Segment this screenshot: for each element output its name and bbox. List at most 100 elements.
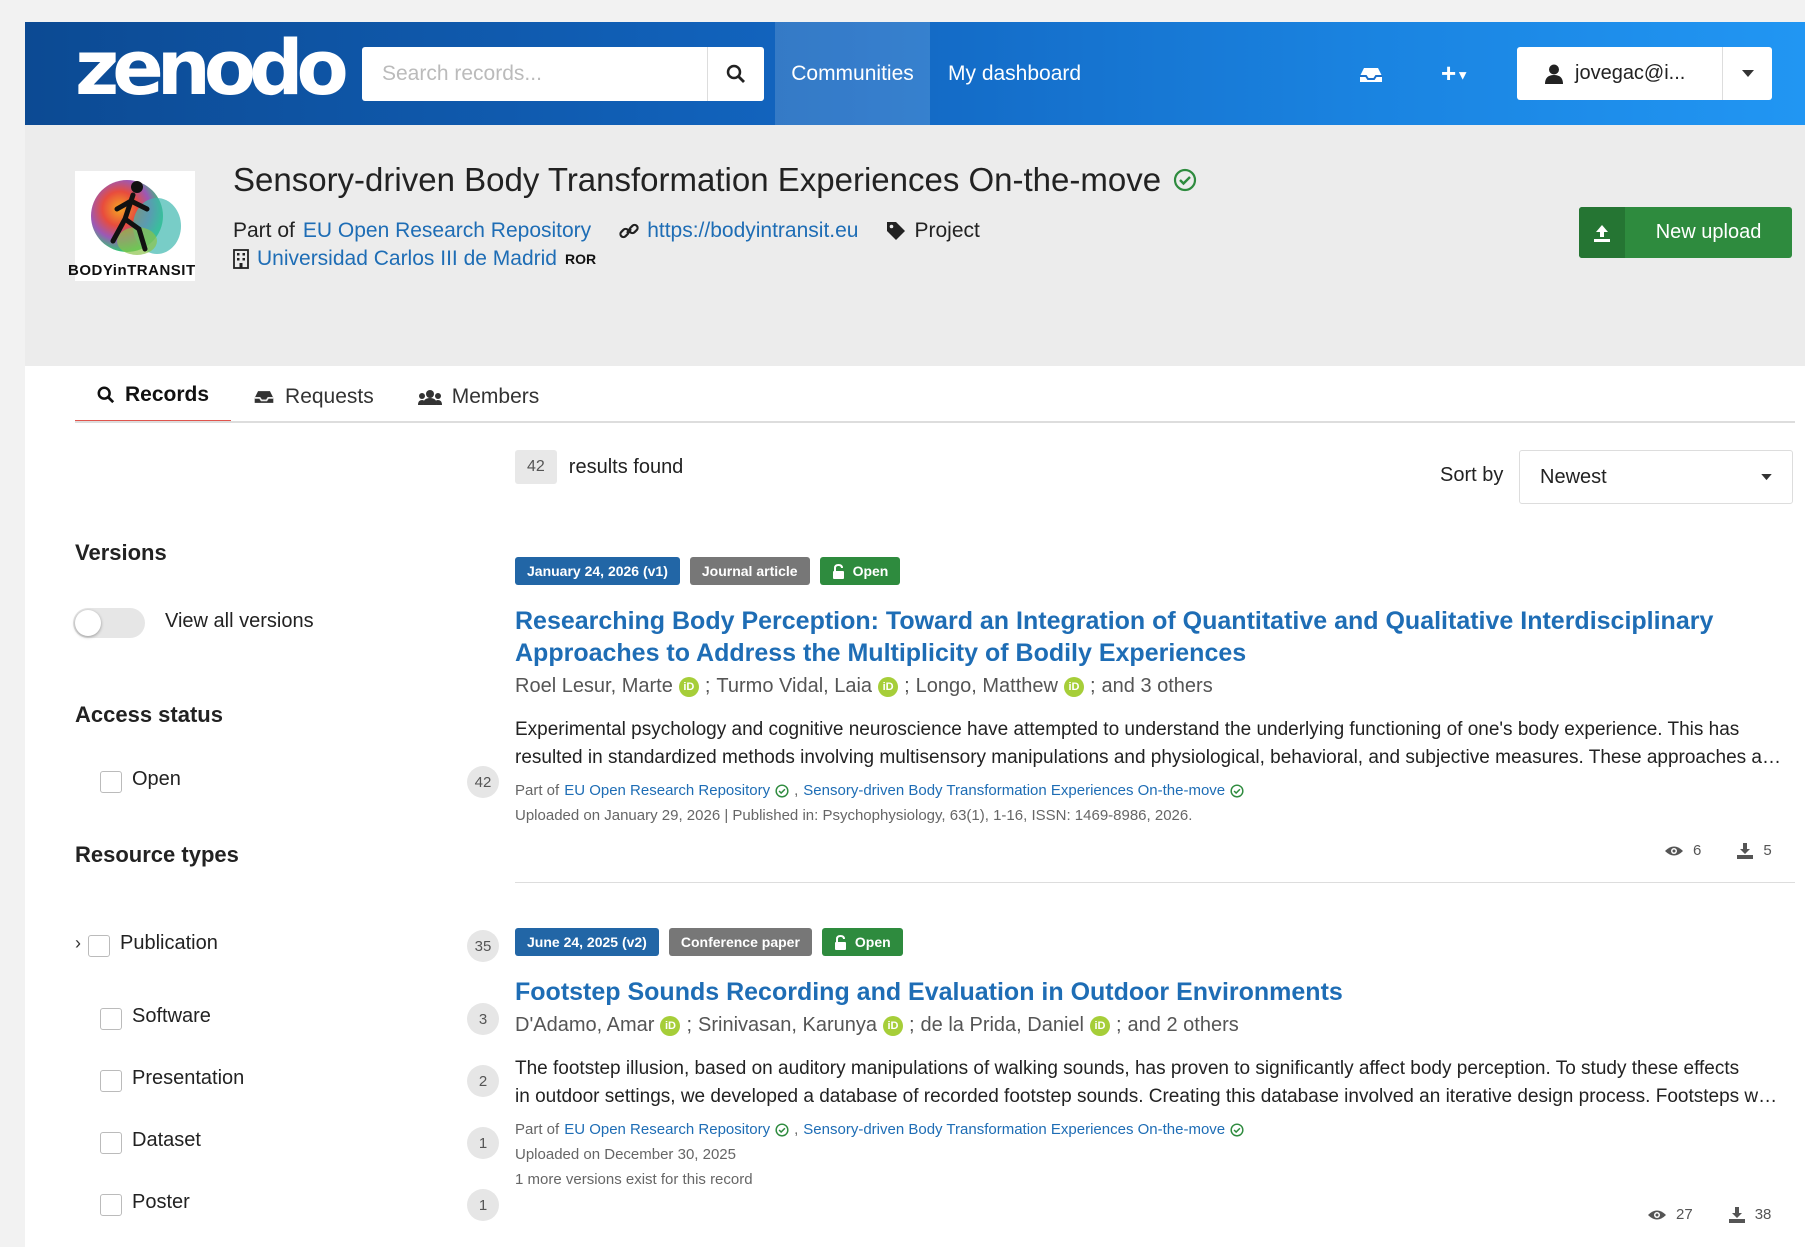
orcid-icon[interactable]: iD <box>882 1015 903 1036</box>
downloads-count: 38 <box>1754 1206 1772 1223</box>
community-link[interactable]: Sensory-driven Body Transformation Exper… <box>803 782 1225 799</box>
community-link[interactable]: EU Open Research Repository <box>564 782 770 799</box>
community-type: Project <box>914 219 980 242</box>
author-name[interactable]: Srinivasan, Karunya <box>698 1014 877 1037</box>
orcid-icon[interactable]: iD <box>660 1015 681 1036</box>
author-name[interactable]: Longo, Matthew <box>916 675 1058 698</box>
user-menu[interactable]: jovegac@i... <box>1517 47 1772 100</box>
facet-resource-software[interactable]: Software 3 <box>75 1001 500 1037</box>
tab-records[interactable]: Records <box>75 370 232 423</box>
users-icon <box>417 389 442 405</box>
nav-communities[interactable]: Communities <box>775 22 930 125</box>
facet-resource-publication[interactable]: › Publication 35 <box>75 928 500 964</box>
orcid-icon[interactable]: iD <box>878 676 899 697</box>
checkbox[interactable] <box>100 1132 122 1154</box>
ror-icon[interactable]: ROR <box>565 251 596 267</box>
results-count: 42 results found <box>515 450 683 484</box>
user-menu-label[interactable]: jovegac@i... <box>1517 47 1722 100</box>
sort-label: Sort by <box>1440 464 1504 486</box>
community-link[interactable]: EU Open Research Repository <box>564 1121 770 1138</box>
plus-menu-button[interactable]: +▼ <box>1441 58 1469 89</box>
downloads-stat: 38 <box>1728 1206 1772 1223</box>
community-header: BODYinTRANSIT Sensory-driven Body Transf… <box>25 125 1805 423</box>
caret-down-icon <box>1761 473 1772 480</box>
part-of-prefix: Part of <box>515 782 560 799</box>
record-versions-note[interactable]: 1 more versions exist for this record <box>515 1171 1795 1188</box>
tab-requests[interactable]: Requests <box>231 370 396 423</box>
facet-count: 2 <box>467 1065 499 1097</box>
record-description: Experimental psychology and cognitive ne… <box>515 716 1785 772</box>
facet-resource-presentation[interactable]: Presentation 2 <box>75 1063 500 1099</box>
checkbox[interactable] <box>100 771 122 793</box>
author-name[interactable]: Turmo Vidal, Laia <box>716 675 872 698</box>
views-count: 27 <box>1676 1206 1693 1223</box>
checkbox[interactable] <box>100 1070 122 1092</box>
sort-value: Newest <box>1540 465 1607 488</box>
search-icon <box>97 386 115 404</box>
search-button[interactable] <box>707 47 764 101</box>
record-title-link[interactable]: Footstep Sounds Recording and Evaluation… <box>515 976 1795 1008</box>
record-badges: January 24, 2026 (v1) Journal article Op… <box>515 557 1795 585</box>
caret-down-icon <box>1741 69 1754 77</box>
date-badge: June 24, 2025 (v2) <box>515 928 659 956</box>
facet-label: Publication <box>120 932 218 954</box>
nav-my-dashboard[interactable]: My dashboard <box>948 22 1081 125</box>
checkbox[interactable] <box>88 935 110 957</box>
facet-count: 1 <box>467 1127 499 1159</box>
tab-requests-label: Requests <box>285 384 374 408</box>
upload-icon <box>1579 207 1625 258</box>
download-icon <box>1737 842 1754 859</box>
downloads-count: 5 <box>1763 842 1772 859</box>
orcid-icon[interactable]: iD <box>1089 1015 1110 1036</box>
zenodo-logo[interactable]: zenodo <box>75 30 349 106</box>
facet-access-open[interactable]: Open 42 <box>75 764 500 800</box>
facet-count: 35 <box>467 930 499 962</box>
search-input[interactable] <box>362 47 707 101</box>
record-communities: Part of EU Open Research Repository , Se… <box>515 782 1795 799</box>
access-badge: Open <box>819 557 901 585</box>
unlock-icon <box>834 934 846 950</box>
record-title-link[interactable]: Researching Body Perception: Toward an I… <box>515 605 1795 669</box>
record-stats: 27 38 <box>1648 1206 1771 1223</box>
results-count-label: results found <box>568 455 684 478</box>
access-status-facet-title: Access status <box>75 702 223 727</box>
chevron-right-icon[interactable]: › <box>75 933 81 954</box>
record-badges: June 24, 2025 (v2) Conference paper Open <box>515 928 1795 956</box>
user-icon <box>1545 64 1563 84</box>
author-name[interactable]: Roel Lesur, Marte <box>515 675 673 698</box>
community-link[interactable]: Sensory-driven Body Transformation Exper… <box>803 1121 1225 1138</box>
record-upload-info: Uploaded on January 29, 2026 | Published… <box>515 807 1193 824</box>
orcid-icon[interactable]: iD <box>1063 676 1084 697</box>
facet-label: Presentation <box>132 1067 245 1089</box>
community-logo-caption: BODYinTRANSIT <box>68 262 196 279</box>
record-authors: Roel Lesur, Marte iD; Turmo Vidal, Laia iD… <box>515 675 1213 698</box>
user-menu-toggle[interactable] <box>1722 47 1772 100</box>
organization-link[interactable]: Universidad Carlos III de Madrid <box>257 247 557 271</box>
tab-members[interactable]: Members <box>396 370 562 423</box>
verified-check-icon <box>775 783 789 798</box>
facet-resource-poster[interactable]: Poster 1 <box>75 1187 500 1223</box>
author-name[interactable]: D'Adamo, Amar <box>515 1014 654 1037</box>
author-name[interactable]: de la Prida, Daniel <box>921 1014 1084 1037</box>
inbox-icon[interactable] <box>1358 66 1384 84</box>
checkbox[interactable] <box>100 1194 122 1216</box>
record-divider <box>515 882 1795 883</box>
facet-label: Software <box>132 1005 211 1027</box>
facet-label: Dataset <box>132 1129 201 1151</box>
parent-community-link[interactable]: EU Open Research Repository <box>303 219 591 243</box>
sort-dropdown[interactable]: Newest <box>1519 450 1793 504</box>
app-frame: zenodo Communities My dashboard +▼ joveg… <box>25 22 1805 1247</box>
inbox-icon <box>254 390 274 403</box>
description-line: The footstep illusion, based on auditory… <box>515 1058 1740 1079</box>
view-all-versions-toggle[interactable] <box>73 608 145 638</box>
orcid-icon[interactable]: iD <box>678 676 699 697</box>
resource-types-facet-title: Resource types <box>75 842 239 867</box>
facet-resource-dataset[interactable]: Dataset 1 <box>75 1125 500 1161</box>
checkbox[interactable] <box>100 1008 122 1030</box>
facet-label: Poster <box>132 1191 190 1213</box>
user-email: jovegac@i... <box>1575 62 1686 84</box>
part-of-prefix: Part of <box>233 219 295 242</box>
date-badge: January 24, 2026 (v1) <box>515 557 680 585</box>
new-upload-button[interactable]: New upload <box>1579 207 1792 258</box>
website-link[interactable]: https://bodyintransit.eu <box>647 219 858 243</box>
